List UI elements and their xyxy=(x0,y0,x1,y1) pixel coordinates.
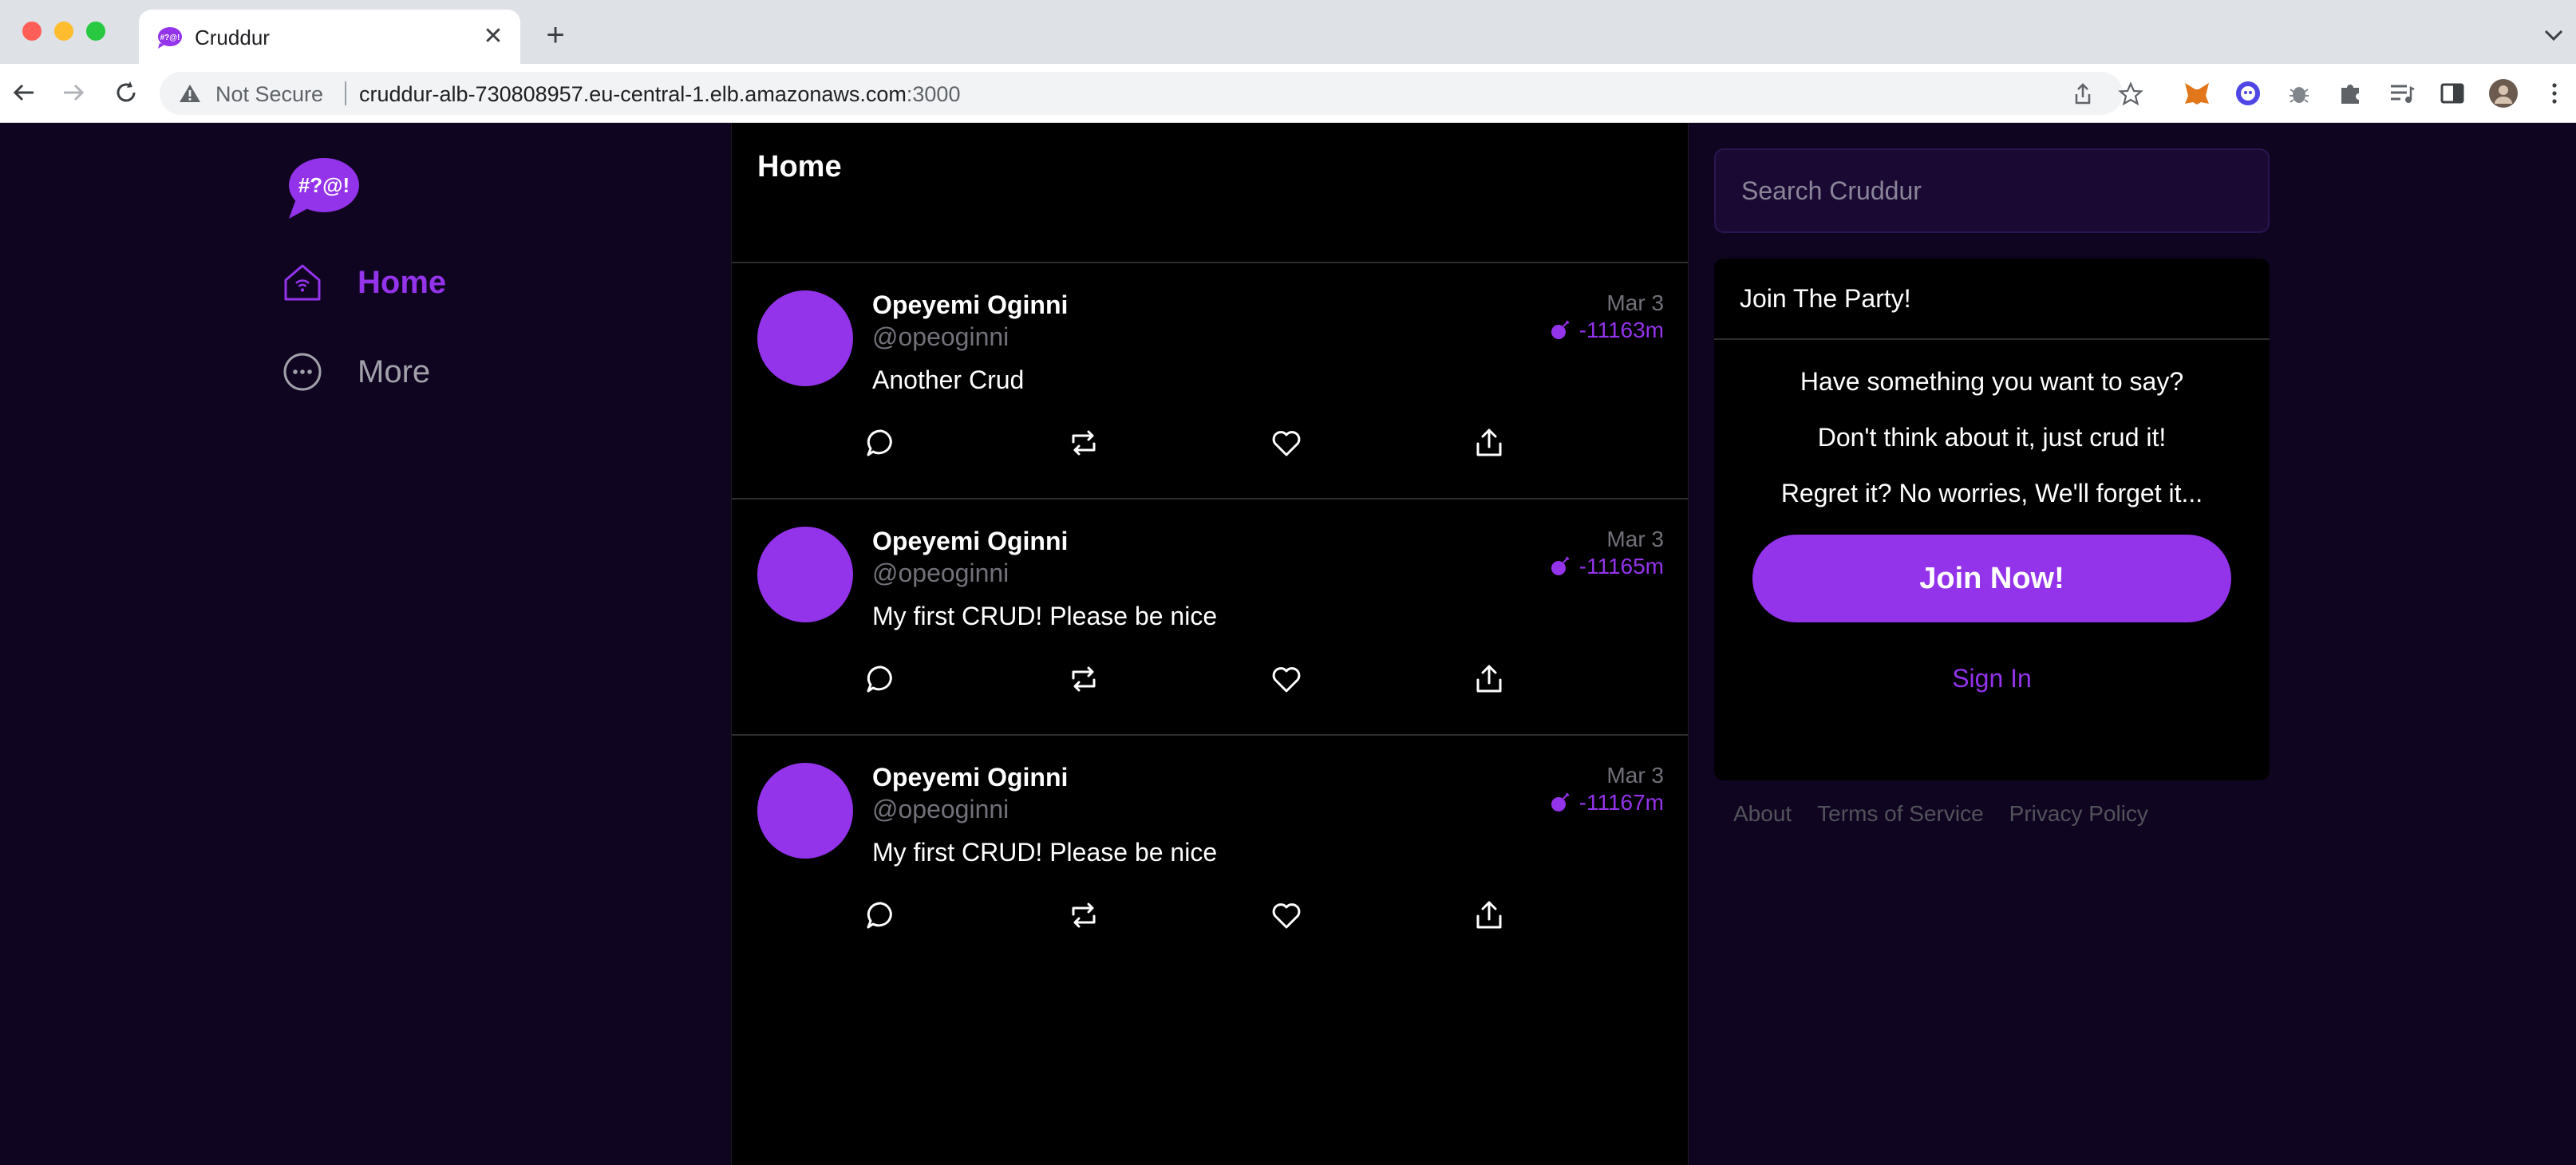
footer-links: About Terms of Service Privacy Policy xyxy=(1714,801,2270,827)
repost-icon[interactable] xyxy=(1067,898,1100,932)
close-window-button[interactable] xyxy=(22,22,41,41)
sidebar-item-label: Home xyxy=(358,264,447,300)
heart-icon[interactable] xyxy=(1270,898,1303,932)
search-box[interactable] xyxy=(1714,148,2270,233)
reply-icon[interactable] xyxy=(864,898,898,932)
minimize-window-button[interactable] xyxy=(54,22,73,41)
activity-item[interactable]: Opeyemi Oginni @opeoginni Another Crud M… xyxy=(732,263,1688,500)
right-column: Join The Party! Have something you want … xyxy=(1714,148,2270,827)
browser-toolbar: Not Secure cruddur-alb-730808957.eu-cent… xyxy=(0,64,2576,123)
tab-title: Cruddur xyxy=(195,26,270,49)
back-arrow-icon[interactable] xyxy=(6,75,41,110)
post-message: Another Crud xyxy=(872,365,1025,394)
tab-search-chevron-icon[interactable] xyxy=(2538,19,2570,51)
avatar[interactable] xyxy=(757,290,853,386)
expiry-badge: -11167m xyxy=(1549,790,1664,816)
feed-header: Home xyxy=(732,123,1688,263)
post-message: My first CRUD! Please be nice xyxy=(872,602,1218,630)
footer-link-privacy[interactable]: Privacy Policy xyxy=(2009,801,2148,827)
post-message: My first CRUD! Please be nice xyxy=(872,838,1218,867)
svg-text:#?@!: #?@! xyxy=(160,34,180,42)
heart-icon[interactable] xyxy=(1270,426,1303,460)
join-line: Don't think about it, just crud it! xyxy=(1817,423,2167,452)
share-icon[interactable] xyxy=(1472,898,1506,932)
cruddur-logo[interactable]: #?@! xyxy=(284,155,361,222)
join-line: Have something you want to say? xyxy=(1800,367,2184,396)
display-name[interactable]: Opeyemi Oginni xyxy=(872,527,1068,556)
join-now-button[interactable]: Join Now! xyxy=(1752,535,2231,622)
sidebar-item-home[interactable]: Home xyxy=(281,259,446,306)
sidebar-item-more[interactable]: More xyxy=(281,348,430,396)
avatar[interactable] xyxy=(757,527,853,622)
bomb-icon xyxy=(1551,320,1569,339)
share-icon[interactable] xyxy=(1472,662,1506,696)
join-line: Regret it? No worries, We'll forget it..… xyxy=(1780,479,2203,507)
metamask-extension-icon[interactable] xyxy=(2182,78,2212,109)
activity-item[interactable]: Opeyemi Oginni @opeoginni My first CRUD!… xyxy=(732,500,1688,736)
url-host: cruddur-alb-730808957.eu-central-1.elb.a… xyxy=(359,82,907,106)
profile-avatar[interactable] xyxy=(2488,78,2519,109)
browser-tab[interactable]: #?@! Cruddur ✕ xyxy=(139,10,520,64)
home-feed: Home Opeyemi Oginni @opeoginni Another C… xyxy=(731,123,1689,1165)
sign-in-link[interactable]: Sign In xyxy=(1714,664,2270,693)
repost-icon[interactable] xyxy=(1067,426,1100,460)
media-controls-icon[interactable] xyxy=(2386,78,2416,109)
cruddur-page: #?@! Home More Home Opeyemi Oginni @opeo… xyxy=(0,123,2576,1165)
home-icon xyxy=(284,264,321,301)
search-input[interactable] xyxy=(1741,150,2242,231)
cruddur-favicon-icon: #?@! xyxy=(158,27,182,49)
bookmark-star-icon[interactable] xyxy=(2118,81,2143,107)
more-icon xyxy=(283,353,322,391)
expiry-text: -11163m xyxy=(1578,318,1664,342)
join-card-title: Join The Party! xyxy=(1714,259,2270,340)
post-date: Mar 3 xyxy=(1606,763,1664,788)
share-icon[interactable] xyxy=(2070,81,2096,107)
post-date: Mar 3 xyxy=(1606,527,1664,551)
post-date: Mar 3 xyxy=(1606,290,1664,315)
browser-tab-bar: #?@! Cruddur ✕ + xyxy=(0,0,2576,64)
user-handle[interactable]: @opeoginni xyxy=(872,795,1009,824)
display-name[interactable]: Opeyemi Oginni xyxy=(872,290,1068,320)
bug-extension-icon[interactable] xyxy=(2284,78,2314,109)
display-name[interactable]: Opeyemi Oginni xyxy=(872,763,1068,792)
forward-arrow-icon[interactable] xyxy=(56,75,91,110)
footer-link-terms[interactable]: Terms of Service xyxy=(1817,801,1984,827)
maximize-window-button[interactable] xyxy=(86,22,105,41)
share-icon[interactable] xyxy=(1472,426,1506,460)
extension-face-icon[interactable] xyxy=(2233,78,2263,109)
expiry-badge: -11165m xyxy=(1549,554,1664,579)
tab-close-icon[interactable]: ✕ xyxy=(479,22,508,51)
address-separator xyxy=(345,81,346,105)
sidebar-item-label: More xyxy=(358,353,431,389)
new-tab-button[interactable]: + xyxy=(536,19,575,51)
user-handle[interactable]: @opeoginni xyxy=(872,322,1009,352)
repost-icon[interactable] xyxy=(1067,662,1100,696)
url-port: :3000 xyxy=(906,82,961,106)
expiry-text: -11165m xyxy=(1578,554,1664,579)
footer-link-about[interactable]: About xyxy=(1733,801,1792,827)
extensions-puzzle-icon[interactable] xyxy=(2335,78,2365,109)
not-secure-label[interactable]: Not Secure xyxy=(215,82,323,107)
page-title: Home xyxy=(757,150,842,184)
side-panel-icon[interactable] xyxy=(2437,78,2467,109)
bomb-icon xyxy=(1551,792,1569,812)
avatar[interactable] xyxy=(757,763,853,859)
expiry-text: -11167m xyxy=(1578,790,1664,815)
reload-icon[interactable] xyxy=(109,75,144,110)
reply-icon[interactable] xyxy=(864,426,898,460)
bomb-icon xyxy=(1551,556,1569,575)
heart-icon[interactable] xyxy=(1270,662,1303,696)
address-bar[interactable]: Not Secure cruddur-alb-730808957.eu-cent… xyxy=(160,72,2143,115)
browser-menu-icon[interactable] xyxy=(2539,78,2570,109)
warning-icon xyxy=(180,85,200,102)
reply-icon[interactable] xyxy=(864,662,898,696)
url-text[interactable]: cruddur-alb-730808957.eu-central-1.elb.a… xyxy=(359,82,960,107)
join-card: Join The Party! Have something you want … xyxy=(1714,259,2270,780)
user-handle[interactable]: @opeoginni xyxy=(872,559,1009,588)
svg-text:#?@!: #?@! xyxy=(298,173,350,197)
activity-item[interactable]: Opeyemi Oginni @opeoginni My first CRUD!… xyxy=(732,736,1688,972)
expiry-badge: -11163m xyxy=(1549,318,1664,343)
